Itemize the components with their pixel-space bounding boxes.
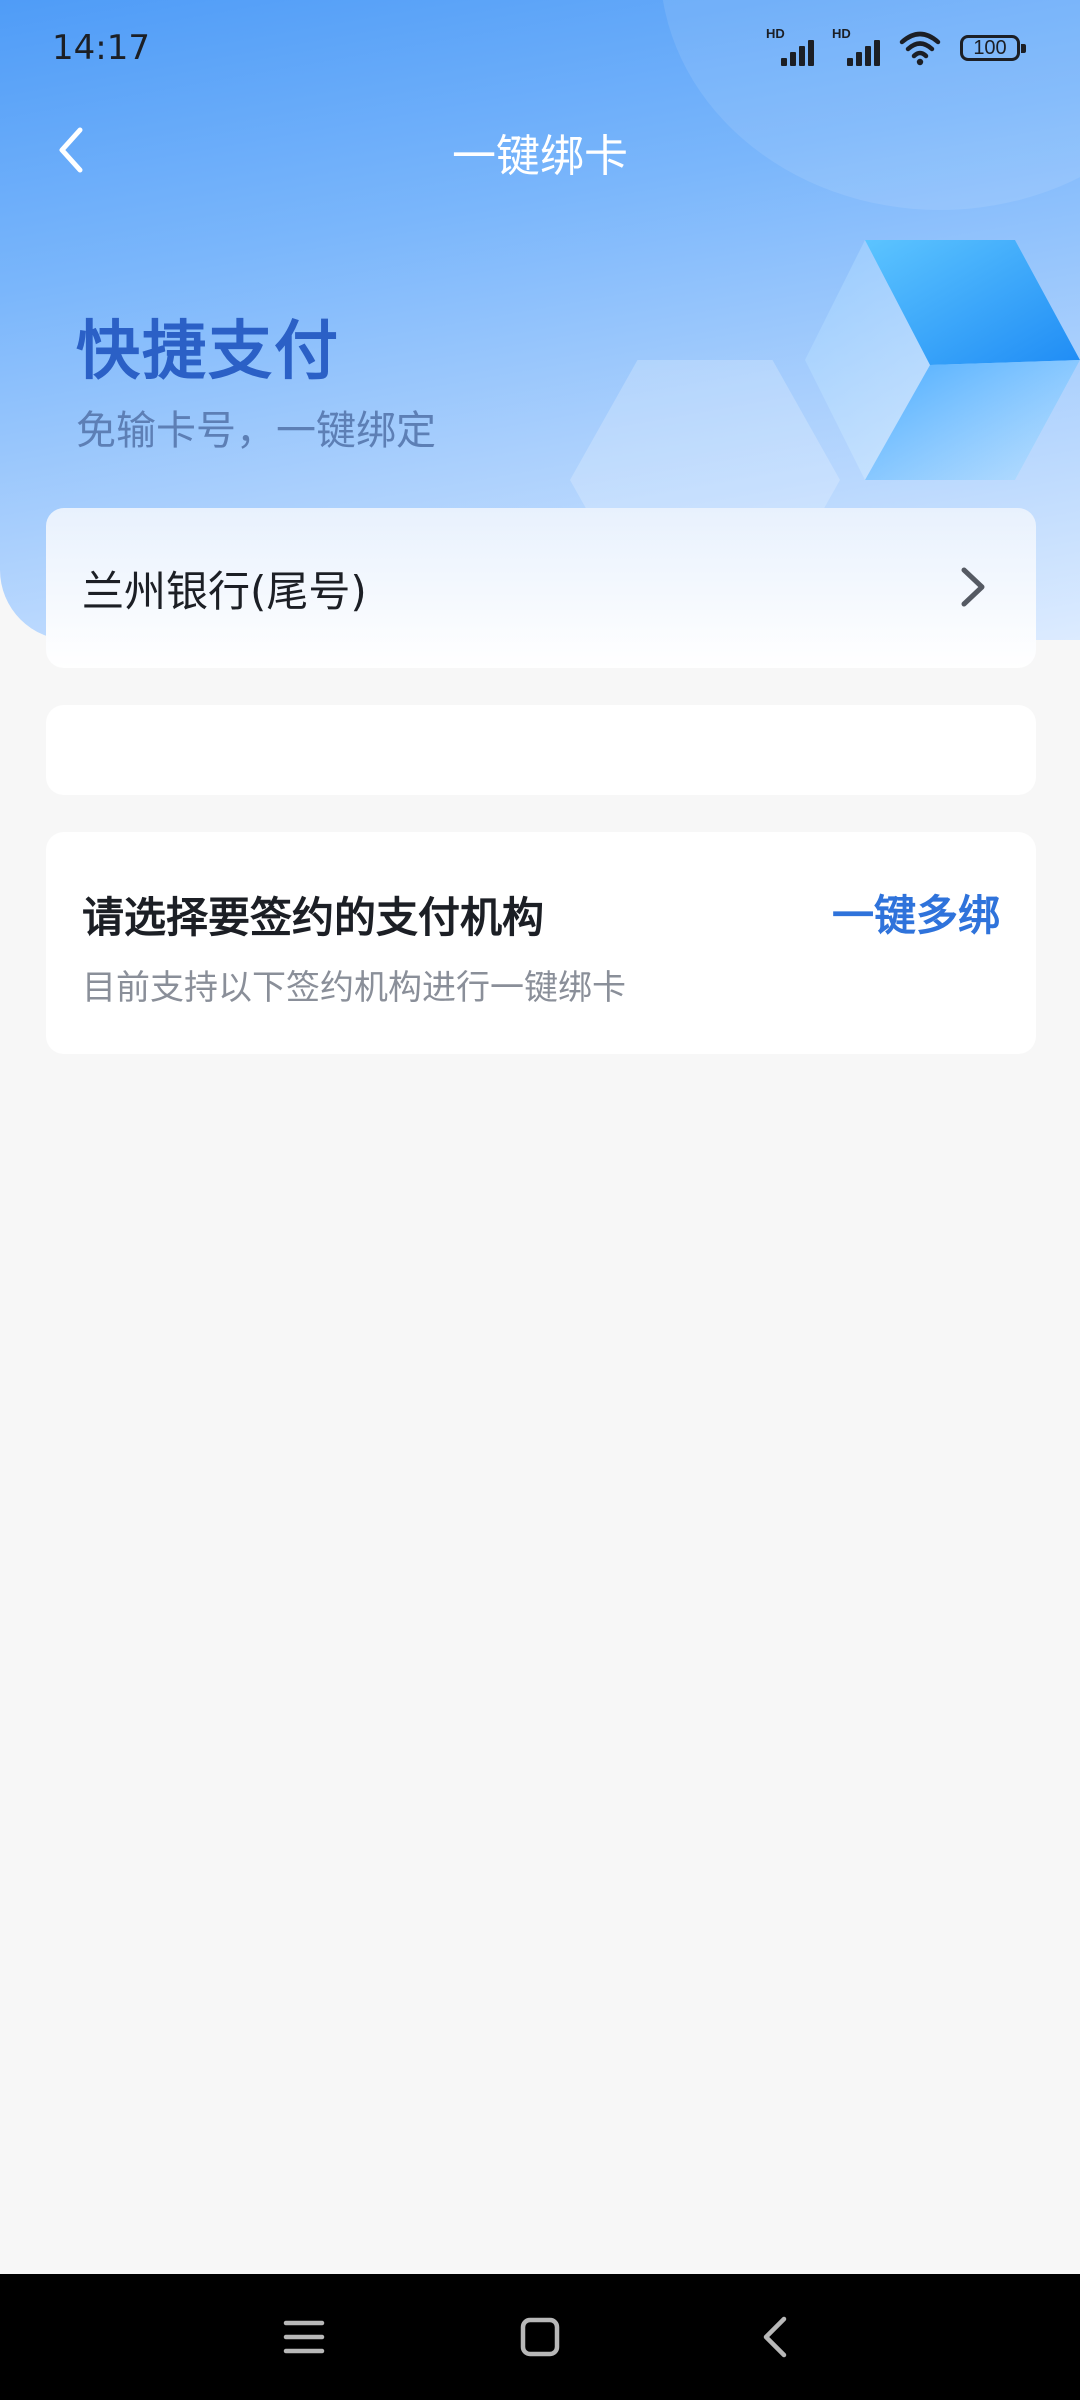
- home-icon: [520, 2317, 560, 2357]
- org-section-description: 目前支持以下签约机构进行一键绑卡: [82, 968, 626, 1008]
- signal-2-label: HD: [832, 26, 851, 41]
- menu-button[interactable]: [274, 2307, 334, 2367]
- status-bar: 14:17 HD HD 100: [0, 0, 1080, 100]
- bank-card-row[interactable]: 兰州银行(尾号): [46, 508, 1036, 668]
- status-time: 14:17: [52, 28, 150, 68]
- hero-subtitle: 免输卡号，一键绑定: [76, 408, 436, 454]
- wifi-icon: [899, 31, 941, 66]
- screen: 14:17 HD HD 100 一键绑卡 快捷支付 免输卡号，一键绑定 兰州银行…: [0, 0, 1080, 2400]
- system-navigation-bar: [0, 2274, 1080, 2400]
- battery-icon: 100: [960, 35, 1026, 61]
- cube-decoration-icon: [805, 235, 1080, 485]
- signal-2-icon: HD: [832, 26, 880, 66]
- home-button[interactable]: [510, 2307, 570, 2367]
- back-icon: [763, 2316, 787, 2358]
- signal-1-icon: HD: [766, 26, 814, 66]
- signal-1-label: HD: [766, 26, 785, 41]
- bank-card-label: 兰州银行(尾号): [82, 567, 367, 616]
- system-back-button[interactable]: [746, 2307, 806, 2367]
- empty-card: [46, 705, 1036, 795]
- payment-org-section: 请选择要签约的支付机构 一键多绑 目前支持以下签约机构进行一键绑卡: [46, 832, 1036, 1054]
- org-section-title: 请选择要签约的支付机构: [82, 893, 545, 942]
- status-icons: HD HD 100: [766, 26, 1026, 66]
- menu-icon: [283, 2320, 325, 2354]
- hero-title: 快捷支付: [76, 315, 340, 389]
- navigation-bar: 一键绑卡: [0, 100, 1080, 200]
- chevron-right-icon: [961, 567, 985, 607]
- page-title: 一键绑卡: [452, 131, 628, 182]
- multi-bind-button[interactable]: 一键多绑: [832, 882, 1000, 943]
